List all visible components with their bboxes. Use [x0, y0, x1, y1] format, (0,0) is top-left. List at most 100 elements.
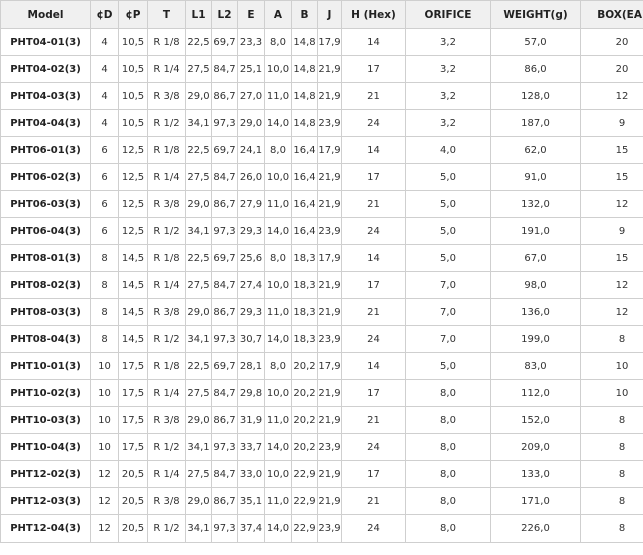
table-row: PHT12-02(3) 12 20,5 R 1/4 27,5 84,7 33,0 10,0 22… — [0, 460, 643, 488]
table-cell: 17 — [341, 271, 406, 299]
table-cell: 29,0 — [185, 487, 212, 515]
table-cell: 17 — [341, 55, 406, 83]
table-cell: 21,9 — [317, 298, 342, 326]
table-row: PHT08-04(3) 8 14,5 R 1/2 34,1 97,3 30,7 14,0 18,… — [0, 325, 643, 353]
table-cell: 23,9 — [317, 325, 342, 353]
column-header: J — [317, 0, 342, 29]
table-cell: 86,7 — [211, 487, 238, 515]
table-cell: R 1/2 — [147, 217, 186, 245]
table-cell: 17,5 — [118, 406, 148, 434]
table-cell: 22,5 — [185, 352, 212, 380]
table-cell: 24 — [341, 514, 406, 543]
table-cell: 33,7 — [237, 433, 265, 461]
table-cell: 27,5 — [185, 271, 212, 299]
table-cell: 5,0 — [405, 352, 491, 380]
table-cell: 8 — [580, 406, 643, 434]
table-cell: 10 — [90, 352, 119, 380]
model-cell: PHT12-03(3) — [0, 487, 91, 515]
table-cell: 33,0 — [237, 460, 265, 488]
table-cell: 12 — [90, 514, 119, 543]
table-cell: 8 — [90, 325, 119, 353]
table-cell: 10,5 — [118, 109, 148, 137]
table-cell: 11,0 — [264, 82, 292, 110]
table-row: PHT04-02(3) 4 10,5 R 1/4 27,5 84,7 25,1 10,0 14,… — [0, 55, 643, 83]
table-cell: 14,8 — [291, 109, 318, 137]
table-cell: 128,0 — [490, 82, 581, 110]
table-cell: 24,1 — [237, 136, 265, 164]
table-cell: 11,0 — [264, 298, 292, 326]
table-cell: 97,3 — [211, 433, 238, 461]
table-cell: 10 — [90, 406, 119, 434]
table-cell: 67,0 — [490, 244, 581, 272]
table-cell: 21,9 — [317, 82, 342, 110]
table-cell: 21,9 — [317, 55, 342, 83]
table-cell: 84,7 — [211, 55, 238, 83]
model-cell: PHT12-02(3) — [0, 460, 91, 488]
table-cell: 29,0 — [237, 109, 265, 137]
table-cell: 24 — [341, 433, 406, 461]
table-cell: 12 — [580, 82, 643, 110]
table-cell: 8 — [90, 244, 119, 272]
table-cell: 9 — [580, 217, 643, 245]
table-cell: 12 — [580, 271, 643, 299]
table-cell: 27,9 — [237, 190, 265, 218]
column-header: ¢D — [90, 0, 119, 29]
table-cell: 21 — [341, 190, 406, 218]
table-cell: 62,0 — [490, 136, 581, 164]
model-cell: PHT08-04(3) — [0, 325, 91, 353]
table-cell: 26,0 — [237, 163, 265, 191]
table-cell: 91,0 — [490, 163, 581, 191]
table-cell: 17,5 — [118, 352, 148, 380]
table-cell: 4,0 — [405, 136, 491, 164]
table-cell: 17,9 — [317, 28, 342, 56]
table-cell: 97,3 — [211, 514, 238, 543]
table-cell: 29,8 — [237, 379, 265, 407]
table-cell: 17,5 — [118, 433, 148, 461]
table-cell: 20,5 — [118, 460, 148, 488]
table-row: PHT08-02(3) 8 14,5 R 1/4 27,5 84,7 27,4 10,0 18,… — [0, 271, 643, 299]
table-cell: 8 — [90, 271, 119, 299]
table-cell: 3,2 — [405, 55, 491, 83]
table-cell: 18,3 — [291, 298, 318, 326]
model-cell: PHT06-02(3) — [0, 163, 91, 191]
model-cell: PHT10-01(3) — [0, 352, 91, 380]
table-cell: 27,5 — [185, 379, 212, 407]
column-header: A — [264, 0, 292, 29]
table-cell: 16,4 — [291, 190, 318, 218]
table-cell: 10,0 — [264, 379, 292, 407]
table-cell: 17 — [341, 460, 406, 488]
model-cell: PHT12-04(3) — [0, 514, 91, 543]
table-cell: 21 — [341, 487, 406, 515]
table-cell: 23,3 — [237, 28, 265, 56]
table-cell: 14 — [341, 352, 406, 380]
table-cell: 12 — [580, 190, 643, 218]
table-cell: 4 — [90, 55, 119, 83]
table-cell: 209,0 — [490, 433, 581, 461]
table-cell: 21,9 — [317, 271, 342, 299]
table-cell: 22,5 — [185, 28, 212, 56]
table-cell: R 1/8 — [147, 244, 186, 272]
table-cell: 17 — [341, 163, 406, 191]
table-cell: 8 — [580, 433, 643, 461]
table-cell: 4 — [90, 109, 119, 137]
model-cell: PHT10-02(3) — [0, 379, 91, 407]
table-cell: R 1/4 — [147, 460, 186, 488]
table-cell: 84,7 — [211, 379, 238, 407]
table-cell: 22,5 — [185, 136, 212, 164]
table-cell: 22,9 — [291, 460, 318, 488]
table-cell: 20,5 — [118, 487, 148, 515]
table-cell: 187,0 — [490, 109, 581, 137]
model-cell: PHT06-03(3) — [0, 190, 91, 218]
table-cell: 86,7 — [211, 298, 238, 326]
table-cell: 5,0 — [405, 163, 491, 191]
table-cell: 17 — [341, 379, 406, 407]
table-cell: 4 — [90, 28, 119, 56]
table-cell: 21,9 — [317, 190, 342, 218]
table-cell: 86,0 — [490, 55, 581, 83]
table-cell: 21 — [341, 406, 406, 434]
table-cell: 23,9 — [317, 433, 342, 461]
table-cell: 17,9 — [317, 244, 342, 272]
table-cell: R 1/4 — [147, 379, 186, 407]
table-cell: 16,4 — [291, 217, 318, 245]
model-cell: PHT06-04(3) — [0, 217, 91, 245]
